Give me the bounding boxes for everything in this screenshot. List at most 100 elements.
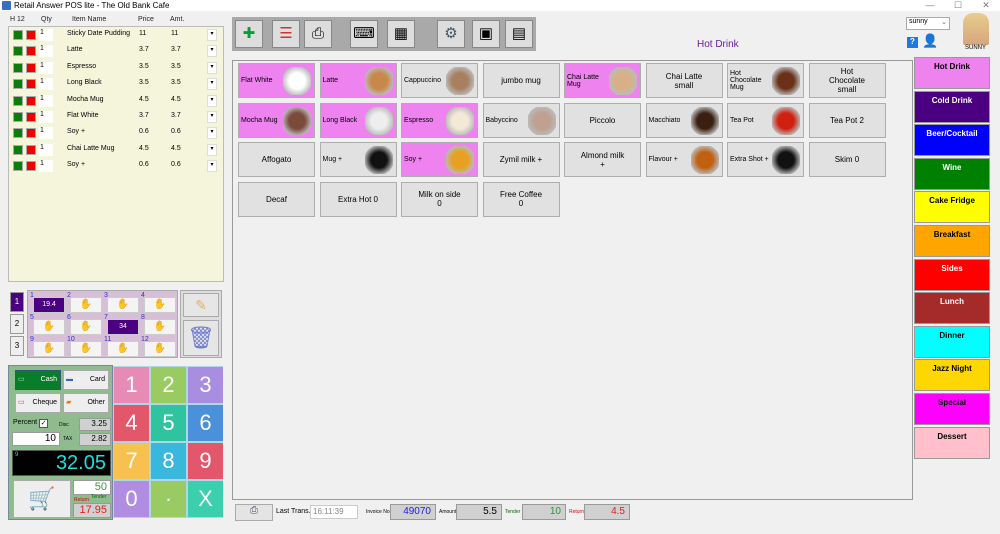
product-button[interactable]: Babyccino bbox=[482, 102, 560, 138]
qty-field[interactable]: 1 bbox=[39, 94, 53, 107]
increase-qty-button[interactable] bbox=[13, 112, 23, 122]
qty-field[interactable]: 1 bbox=[39, 78, 53, 91]
hold-slot[interactable]: 1 19.4 bbox=[30, 292, 65, 313]
product-button[interactable]: Mug + bbox=[319, 142, 397, 177]
decrease-qty-button[interactable] bbox=[26, 161, 36, 172]
product-button[interactable]: Piccolo bbox=[564, 102, 641, 138]
hold-slot[interactable]: 4 ✋ bbox=[141, 292, 176, 313]
increase-qty-button[interactable] bbox=[13, 79, 23, 90]
report-icon[interactable]: ▤ bbox=[505, 20, 533, 48]
cart-checkout-icon[interactable]: 🛒 bbox=[13, 480, 71, 518]
keypad-4[interactable]: 4 bbox=[114, 405, 149, 441]
product-button[interactable]: Hot Chocolate Mug bbox=[727, 63, 804, 98]
keypad-6[interactable]: 6 bbox=[188, 405, 223, 441]
keypad-X[interactable]: X bbox=[188, 481, 223, 517]
keypad-8[interactable]: 8 bbox=[151, 443, 186, 479]
void-ticket-icon[interactable]: ✎ bbox=[183, 293, 219, 317]
hold-slot[interactable]: 6 ✋ bbox=[67, 314, 102, 335]
qty-field[interactable]: 1 bbox=[39, 160, 53, 173]
product-button[interactable]: Flavour + bbox=[645, 142, 723, 177]
category-beer-cocktail[interactable]: Beer/Cocktail bbox=[914, 124, 990, 157]
category-wine[interactable]: Wine bbox=[914, 157, 990, 190]
row-menu-dropdown[interactable]: ▾ bbox=[207, 160, 217, 173]
decrease-qty-button[interactable] bbox=[26, 79, 36, 90]
product-button[interactable]: Long Black bbox=[319, 102, 397, 138]
hold-slot[interactable]: 2 ✋ bbox=[67, 292, 102, 313]
hold-tab-1[interactable]: 1 bbox=[10, 292, 24, 312]
close-button[interactable]: ✕ bbox=[976, 0, 996, 11]
product-button[interactable]: Tea Pot bbox=[727, 102, 804, 138]
clipboard-icon[interactable]: ☰ bbox=[272, 20, 300, 48]
decrease-qty-button[interactable] bbox=[26, 62, 36, 73]
row-menu-dropdown[interactable]: ▾ bbox=[207, 143, 217, 156]
maximize-button[interactable]: ☐ bbox=[948, 0, 968, 11]
keypad-2[interactable]: 2 bbox=[151, 367, 186, 403]
increase-qty-button[interactable] bbox=[13, 62, 23, 73]
row-menu-dropdown[interactable]: ▾ bbox=[207, 127, 217, 140]
product-button[interactable]: Extra Hot 0 bbox=[319, 181, 397, 217]
keypad-1[interactable]: 1 bbox=[114, 367, 149, 403]
increase-qty-button[interactable] bbox=[13, 95, 23, 106]
product-button[interactable]: Chai Latte small bbox=[645, 63, 723, 98]
category-special[interactable]: Special bbox=[914, 393, 990, 425]
minimize-button[interactable]: — bbox=[920, 0, 940, 10]
product-button[interactable]: Soy + bbox=[401, 142, 478, 177]
reprint-icon[interactable]: ⎙ bbox=[235, 504, 273, 521]
category-dinner[interactable]: Dinner bbox=[914, 325, 990, 358]
cheque-button[interactable]: ▭ Cheque bbox=[15, 393, 61, 413]
decrease-qty-button[interactable] bbox=[26, 128, 36, 139]
row-menu-dropdown[interactable]: ▾ bbox=[207, 78, 217, 91]
category-lunch[interactable]: Lunch bbox=[914, 292, 990, 325]
product-button[interactable]: Flat White bbox=[238, 63, 315, 98]
product-button[interactable]: Mocha Mug bbox=[238, 102, 315, 138]
qty-field[interactable]: 1 bbox=[39, 61, 53, 74]
other-button[interactable]: ▰ Other bbox=[63, 393, 109, 413]
product-button[interactable]: Milk on side 0 bbox=[401, 181, 478, 217]
box-icon[interactable]: ▣ bbox=[472, 20, 500, 48]
qty-field[interactable]: 1 bbox=[39, 111, 53, 123]
product-button[interactable]: jumbo mug bbox=[482, 63, 560, 98]
increase-qty-button[interactable] bbox=[13, 144, 23, 155]
hold-slot[interactable]: 10 ✋ bbox=[67, 336, 102, 357]
category-breakfast[interactable]: Breakfast bbox=[914, 225, 990, 257]
increase-qty-button[interactable] bbox=[13, 46, 23, 57]
percent-input[interactable]: 10 bbox=[12, 432, 60, 446]
product-button[interactable]: Tea Pot 2 bbox=[808, 102, 886, 138]
keypad-5[interactable]: 5 bbox=[151, 405, 186, 441]
qty-field[interactable]: 1 bbox=[39, 29, 53, 41]
printer-icon[interactable]: ⎙ bbox=[304, 20, 332, 48]
category-cold-drink[interactable]: Cold Drink bbox=[914, 90, 990, 123]
product-button[interactable]: Macchiato bbox=[645, 102, 723, 138]
product-button[interactable]: Latte bbox=[319, 63, 397, 98]
tender-input[interactable]: 50 bbox=[73, 480, 111, 495]
keypad-7[interactable]: 7 bbox=[114, 443, 149, 479]
product-button[interactable]: Espresso bbox=[401, 102, 478, 138]
add-icon[interactable]: ✚ bbox=[235, 20, 263, 48]
category-hot-drink[interactable]: Hot Drink bbox=[914, 57, 990, 89]
product-button[interactable]: Extra Shot + bbox=[727, 142, 804, 177]
hold-slot[interactable]: 7 34 bbox=[104, 314, 139, 335]
category-dessert[interactable]: Dessert bbox=[914, 426, 990, 459]
hold-slot[interactable]: 8 ✋ bbox=[141, 314, 176, 335]
decrease-qty-button[interactable] bbox=[26, 46, 36, 57]
hold-slot[interactable]: 5 ✋ bbox=[30, 314, 65, 335]
card-button[interactable]: ▬ Card bbox=[63, 370, 109, 390]
hold-slot[interactable]: 3 ✋ bbox=[104, 292, 139, 313]
row-menu-dropdown[interactable]: ▾ bbox=[207, 61, 217, 74]
product-button[interactable]: Zymil milk + bbox=[482, 142, 560, 177]
category-jazz-night[interactable]: Jazz Night bbox=[914, 359, 990, 392]
increase-qty-button[interactable] bbox=[13, 161, 23, 172]
hold-tab-3[interactable]: 3 bbox=[10, 336, 24, 356]
product-button[interactable]: Chai Latte Mug bbox=[564, 63, 641, 98]
qty-field[interactable]: 1 bbox=[39, 45, 53, 58]
decrease-qty-button[interactable] bbox=[26, 30, 36, 40]
qty-field[interactable]: 1 bbox=[39, 143, 53, 156]
product-button[interactable]: Cappuccino bbox=[401, 63, 478, 98]
keypad-9[interactable]: 9 bbox=[188, 443, 223, 479]
hold-slot[interactable]: 9 ✋ bbox=[30, 336, 65, 357]
decrease-qty-button[interactable] bbox=[26, 95, 36, 106]
row-menu-dropdown[interactable]: ▾ bbox=[207, 45, 217, 58]
product-button[interactable]: Decaf bbox=[238, 181, 315, 217]
product-button[interactable]: Skim 0 bbox=[808, 142, 886, 177]
product-button[interactable]: Free Coffee 0 bbox=[482, 181, 560, 217]
